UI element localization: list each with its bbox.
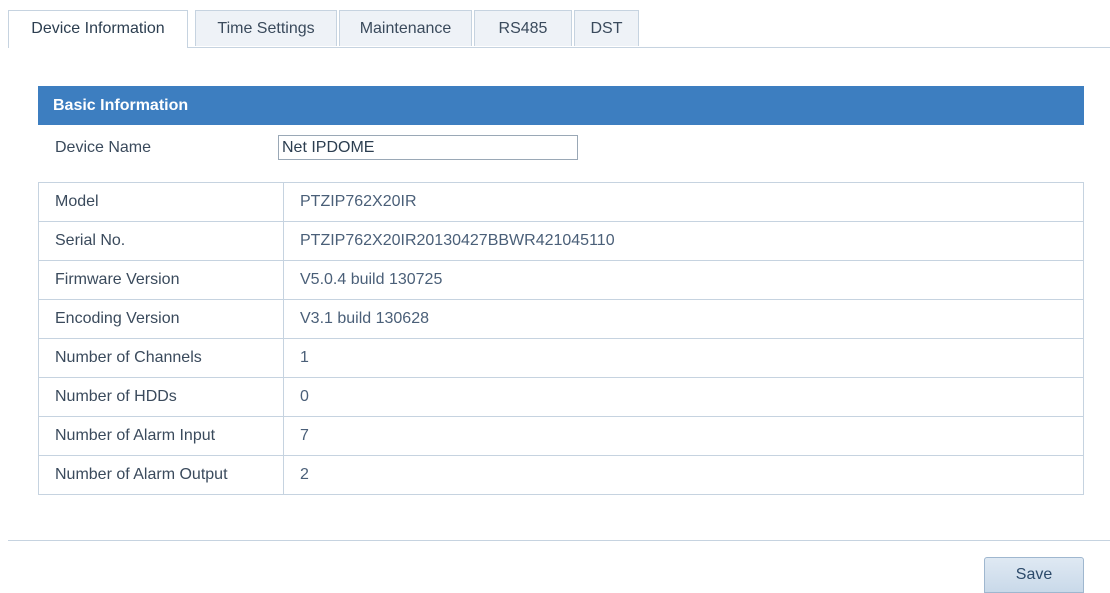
firmware-version-label: Firmware Version	[38, 260, 284, 300]
table-row: Number of Alarm Output 2	[38, 455, 1084, 495]
number-of-channels-value: 1	[283, 338, 1084, 378]
model-value: PTZIP762X20IR	[283, 182, 1084, 222]
number-of-channels-label: Number of Channels	[38, 338, 284, 378]
table-row: Serial No. PTZIP762X20IR20130427BBWR4210…	[38, 221, 1084, 261]
device-name-label: Device Name	[55, 139, 152, 156]
number-of-alarm-input-value: 7	[283, 416, 1084, 456]
model-label: Model	[38, 182, 284, 222]
table-row: Encoding Version V3.1 build 130628	[38, 299, 1084, 339]
encoding-version-value: V3.1 build 130628	[283, 299, 1084, 339]
number-of-hdds-value: 0	[283, 377, 1084, 417]
device-info-table: Model PTZIP762X20IR Serial No. PTZIP762X…	[38, 182, 1084, 495]
table-row: Model PTZIP762X20IR	[38, 182, 1084, 222]
number-of-alarm-output-value: 2	[283, 455, 1084, 495]
firmware-version-value: V5.0.4 build 130725	[283, 260, 1084, 300]
tab-time-settings[interactable]: Time Settings	[195, 10, 337, 46]
tab-bar: Device Information Time Settings Mainten…	[8, 10, 1110, 48]
device-name-input[interactable]	[278, 135, 578, 160]
number-of-alarm-output-label: Number of Alarm Output	[38, 455, 284, 495]
table-row: Firmware Version V5.0.4 build 130725	[38, 260, 1084, 300]
save-button[interactable]: Save	[984, 557, 1084, 593]
table-row: Number of HDDs 0	[38, 377, 1084, 417]
tab-device-information[interactable]: Device Information	[8, 10, 188, 48]
serial-no-label: Serial No.	[38, 221, 284, 261]
encoding-version-label: Encoding Version	[38, 299, 284, 339]
table-row: Number of Alarm Input 7	[38, 416, 1084, 456]
tab-dst[interactable]: DST	[574, 10, 639, 46]
table-row: Number of Channels 1	[38, 338, 1084, 378]
number-of-alarm-input-label: Number of Alarm Input	[38, 416, 284, 456]
number-of-hdds-label: Number of HDDs	[38, 377, 284, 417]
tab-rs485[interactable]: RS485	[474, 10, 572, 46]
basic-information-header: Basic Information	[38, 86, 1084, 125]
footer-divider	[8, 540, 1110, 541]
tab-maintenance[interactable]: Maintenance	[339, 10, 472, 46]
serial-no-value: PTZIP762X20IR20130427BBWR421045110	[283, 221, 1084, 261]
